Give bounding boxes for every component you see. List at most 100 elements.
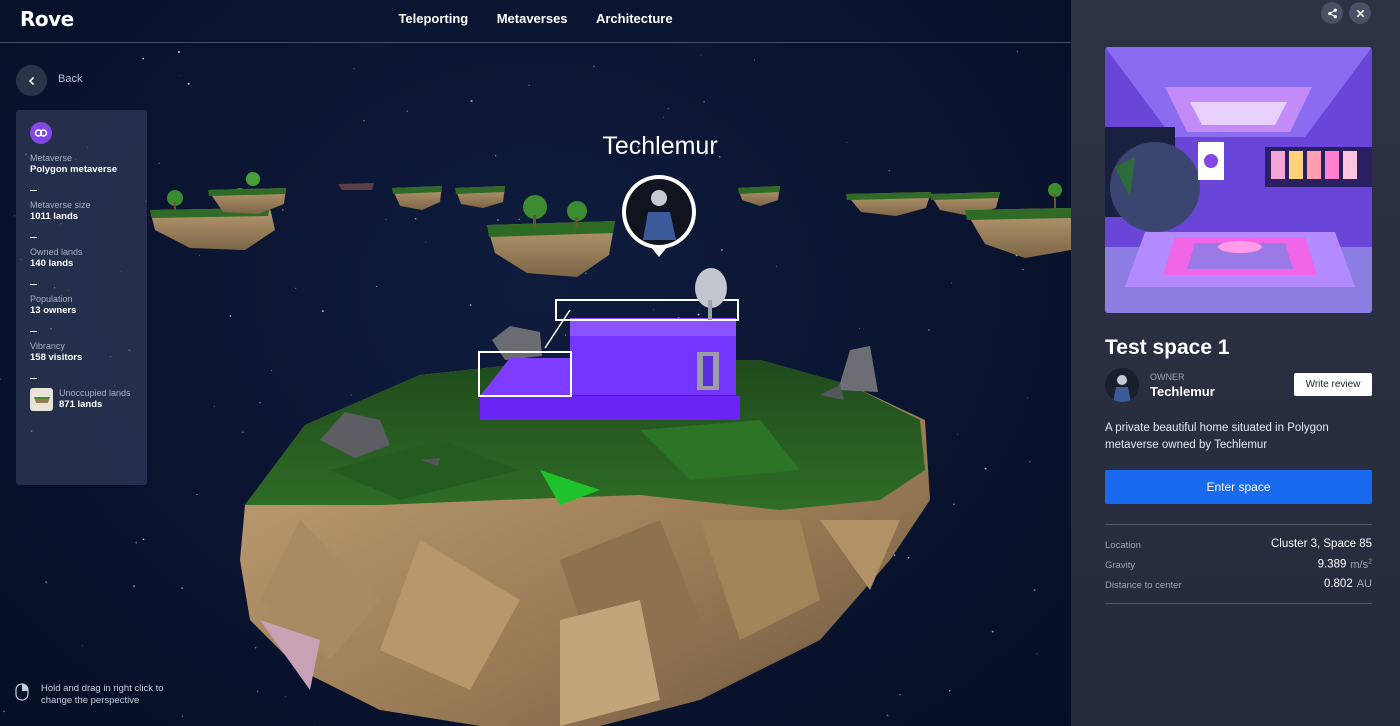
stat-label: Owned lands	[30, 247, 83, 257]
gravity-value-group: 9.389 m/s2	[1318, 558, 1372, 571]
star	[254, 646, 257, 649]
star	[321, 310, 324, 313]
enter-space-button[interactable]: Enter space	[1105, 470, 1372, 504]
metaverse-stats-panel: Metaverse Polygon metaverse Metaverse si…	[16, 110, 147, 485]
star	[1029, 461, 1031, 463]
star	[178, 51, 180, 53]
space-details-panel: Test space 1 OWNER Techlemur Write revie…	[1071, 0, 1400, 726]
stat-unoccupied[interactable]: Unoccupied lands 871 lands	[30, 387, 133, 411]
nav-metaverses[interactable]: Metaverses	[497, 11, 568, 26]
star	[241, 431, 244, 434]
divider	[1105, 603, 1372, 604]
star	[135, 541, 138, 544]
gravity-row: Gravity 9.389 m/s2	[1105, 558, 1372, 574]
share-button[interactable]	[1321, 2, 1343, 24]
space-preview-image[interactable]	[1105, 47, 1372, 313]
star	[846, 141, 848, 143]
back-label[interactable]: Back	[58, 73, 82, 85]
stat-label: Metaverse size	[30, 200, 91, 210]
land-thumbnail-icon	[30, 387, 53, 411]
star	[1027, 397, 1029, 399]
star	[984, 467, 987, 470]
divider	[30, 190, 37, 191]
star	[470, 99, 473, 103]
stat-label: Vibrancy	[30, 341, 65, 351]
star	[213, 406, 215, 408]
main-floating-island[interactable]	[240, 268, 930, 726]
star	[775, 265, 777, 267]
stat-label: Unoccupied lands	[59, 388, 131, 398]
location-row: Location Cluster 3, Space 85	[1105, 538, 1372, 554]
star	[518, 218, 520, 221]
star	[376, 286, 378, 288]
close-button[interactable]	[1349, 2, 1371, 24]
star	[703, 101, 705, 103]
star	[257, 690, 259, 692]
scene-owner-label: Techlemur	[602, 132, 718, 160]
star	[928, 329, 930, 331]
star	[949, 690, 951, 692]
star	[0, 378, 1, 381]
star	[667, 107, 669, 110]
star	[700, 54, 702, 56]
gravity-value: 9.389	[1317, 558, 1347, 571]
stat-size: Metaverse size 1011 lands	[30, 199, 133, 223]
star	[720, 249, 723, 251]
star	[593, 65, 595, 67]
stat-owned: Owned lands 140 lands	[30, 246, 133, 270]
star	[187, 82, 190, 85]
close-icon	[1356, 9, 1364, 17]
star	[907, 556, 910, 559]
hint-text: Hold and drag in right click to change t…	[41, 683, 164, 706]
write-review-button[interactable]: Write review	[1294, 373, 1372, 396]
stat-vibrancy: Vibrancy 158 visitors	[30, 340, 133, 364]
star	[888, 169, 890, 172]
star	[385, 218, 387, 220]
star	[285, 696, 287, 697]
star	[3, 710, 5, 713]
stat-value: 1011 lands	[30, 211, 79, 222]
stat-population: Population 13 owners	[30, 293, 133, 317]
owner-avatar-marker[interactable]	[622, 175, 696, 257]
star	[425, 241, 427, 243]
star	[528, 84, 530, 86]
stat-value: Polygon metaverse	[30, 164, 118, 175]
distance-unit: AU	[1356, 578, 1372, 590]
divider	[30, 378, 37, 379]
nav-teleporting[interactable]: Teleporting	[398, 11, 468, 26]
gravity-unit: m/s2	[1350, 558, 1372, 571]
star	[196, 493, 198, 496]
star	[180, 74, 182, 76]
scene-canvas[interactable]	[0, 0, 1071, 726]
stat-value: 13 owners	[30, 305, 77, 316]
top-navigation-bar: Rove Teleporting Metaverses Architecture	[0, 0, 1071, 43]
divider	[30, 284, 37, 285]
avatar[interactable]	[1105, 368, 1139, 402]
chevron-left-icon	[28, 76, 34, 85]
star	[957, 433, 959, 435]
star	[494, 155, 497, 157]
star	[653, 309, 654, 311]
gravity-unit-base: m/s	[1350, 558, 1369, 571]
star	[271, 370, 273, 371]
star	[1016, 50, 1019, 52]
divider	[30, 331, 37, 332]
star	[181, 715, 184, 718]
share-icon	[1327, 8, 1337, 18]
star	[229, 315, 232, 317]
nav-architecture[interactable]: Architecture	[596, 11, 673, 26]
owner-name[interactable]: Techlemur	[1150, 384, 1215, 399]
star	[406, 110, 408, 112]
distance-row: Distance to center 0.802 AU	[1105, 578, 1372, 594]
stat-metaverse: Metaverse Polygon metaverse	[30, 152, 133, 176]
metaverse-3d-scene[interactable]	[0, 0, 1071, 726]
star	[295, 287, 297, 290]
star	[1022, 268, 1024, 271]
distance-value: 0.802	[1323, 578, 1353, 590]
back-button[interactable]	[16, 65, 47, 96]
star	[859, 328, 861, 330]
star	[754, 59, 755, 61]
divider	[30, 237, 37, 238]
star	[585, 272, 587, 274]
owner-row: OWNER Techlemur Write review	[1105, 368, 1372, 404]
